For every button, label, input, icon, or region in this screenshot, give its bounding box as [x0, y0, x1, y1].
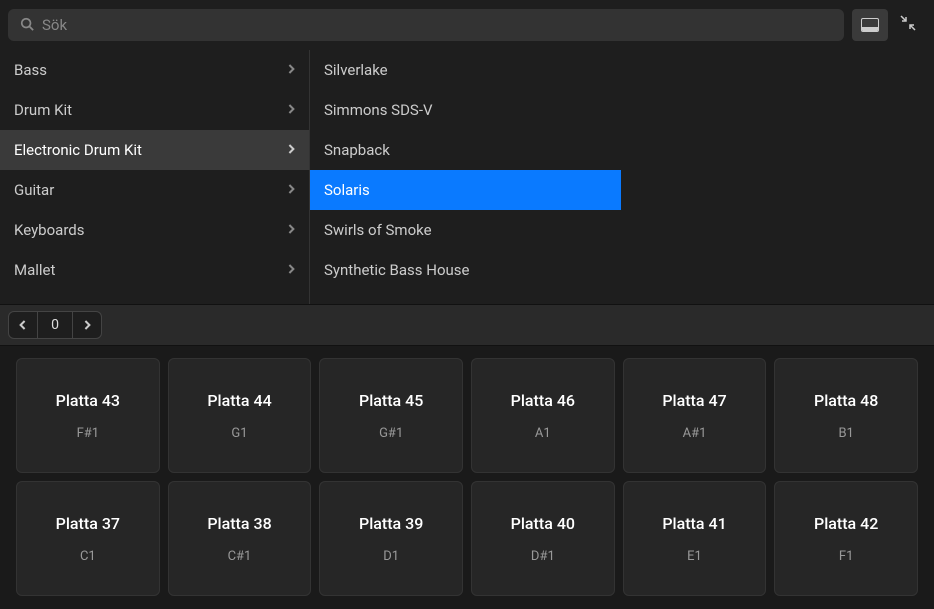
- preset-item[interactable]: Solaris: [310, 170, 621, 210]
- preset-label: Solaris: [324, 181, 370, 199]
- chevron-right-icon: [287, 221, 295, 239]
- panel-toggle-button[interactable]: [852, 9, 888, 41]
- category-item[interactable]: Drum Kit: [0, 90, 309, 130]
- drum-pad[interactable]: Platta 45 G#1: [319, 358, 463, 473]
- drum-pad[interactable]: Platta 42 F1: [774, 481, 918, 596]
- pad-note: G1: [231, 426, 247, 441]
- search-box[interactable]: [8, 9, 844, 41]
- drum-pad[interactable]: Platta 39 D1: [319, 481, 463, 596]
- category-label: Guitar: [14, 181, 54, 199]
- category-item[interactable]: Guitar: [0, 170, 309, 210]
- pad-grid: Platta 43F#1Platta 44G1Platta 45G#1Platt…: [0, 346, 934, 608]
- pad-note: A#1: [683, 426, 707, 441]
- pad-title: Platta 42: [814, 514, 878, 533]
- category-item[interactable]: Mallet: [0, 250, 309, 290]
- category-list[interactable]: Bass Drum Kit Electronic Drum Kit Guitar Key…: [0, 50, 310, 304]
- category-label: Drum Kit: [14, 101, 72, 119]
- preset-item[interactable]: Swirls of Smoke: [310, 210, 621, 250]
- preset-item[interactable]: Simmons SDS-V: [310, 90, 621, 130]
- pad-title: Platta 47: [662, 391, 726, 410]
- pad-title: Platta 37: [56, 514, 120, 533]
- preset-item[interactable]: Synthie: [310, 290, 621, 304]
- category-item[interactable]: Keyboards: [0, 210, 309, 250]
- collapse-icon: [899, 14, 917, 36]
- prev-page-button[interactable]: [9, 312, 37, 338]
- chevron-right-icon: [287, 61, 295, 79]
- pad-note: C1: [80, 549, 96, 564]
- chevron-right-icon: [287, 181, 295, 199]
- pad-note: B1: [838, 426, 853, 441]
- category-item[interactable]: Bass: [0, 50, 309, 90]
- pad-note: G#1: [379, 426, 403, 441]
- drum-pad[interactable]: Platta 38 C#1: [168, 481, 312, 596]
- search-input[interactable]: [42, 16, 832, 34]
- drum-pad[interactable]: Platta 37 C1: [16, 481, 160, 596]
- chevron-right-icon: [287, 101, 295, 119]
- pad-note: A1: [535, 426, 551, 441]
- drum-pad[interactable]: Platta 44 G1: [168, 358, 312, 473]
- pad-title: Platta 41: [662, 514, 726, 533]
- pad-title: Platta 43: [56, 391, 120, 410]
- collapse-button[interactable]: [890, 9, 926, 41]
- browser: Bass Drum Kit Electronic Drum Kit Guitar Key…: [0, 50, 934, 304]
- drum-pad[interactable]: Platta 41 E1: [623, 481, 767, 596]
- pad-note: F#1: [77, 426, 100, 441]
- drum-pad[interactable]: Platta 48 B1: [774, 358, 918, 473]
- page-nav: 0: [8, 311, 102, 339]
- category-label: Mallet: [14, 261, 55, 279]
- preset-label: Simmons SDS-V: [324, 101, 433, 119]
- chevron-right-icon: [287, 261, 295, 279]
- preset-label: Synthetic Bass House: [324, 261, 469, 279]
- panel-icon: [861, 18, 879, 32]
- category-label: Bass: [14, 61, 47, 79]
- category-label: Electronic Drum Kit: [14, 141, 142, 159]
- chevron-right-icon: [83, 316, 91, 335]
- drum-pad[interactable]: Platta 43 F#1: [16, 358, 160, 473]
- page-number: 0: [37, 312, 73, 338]
- top-icons: [852, 9, 926, 41]
- nav-strip: 0: [0, 304, 934, 346]
- next-page-button[interactable]: [73, 312, 101, 338]
- category-label: Keyboards: [14, 221, 84, 239]
- pad-title: Platta 45: [359, 391, 423, 410]
- chevron-left-icon: [19, 316, 27, 335]
- category-item[interactable]: Electronic Drum Kit: [0, 130, 309, 170]
- pad-note: D1: [383, 549, 399, 564]
- pad-note: E1: [687, 549, 702, 564]
- search-icon: [20, 16, 34, 35]
- preset-list[interactable]: Silverlake Simmons SDS-V Snapback Solaris Sw…: [310, 50, 621, 304]
- pad-title: Platta 40: [511, 514, 575, 533]
- preset-item[interactable]: Synthetic Bass House: [310, 250, 621, 290]
- drum-pad[interactable]: Platta 40 D#1: [471, 481, 615, 596]
- preset-label: Swirls of Smoke: [324, 221, 432, 239]
- drum-pad[interactable]: Platta 46 A1: [471, 358, 615, 473]
- pad-title: Platta 38: [207, 514, 271, 533]
- preset-item[interactable]: Snapback: [310, 130, 621, 170]
- pad-title: Platta 39: [359, 514, 423, 533]
- pad-note: F1: [839, 549, 854, 564]
- pad-title: Platta 44: [207, 391, 271, 410]
- preset-item[interactable]: Silverlake: [310, 50, 621, 90]
- preset-label: Snapback: [324, 141, 390, 159]
- drum-pad[interactable]: Platta 47 A#1: [623, 358, 767, 473]
- pad-note: D#1: [531, 549, 555, 564]
- chevron-right-icon: [287, 141, 295, 159]
- pad-note: C#1: [228, 549, 252, 564]
- preset-label: Synthie: [324, 301, 373, 304]
- preset-label: Silverlake: [324, 61, 388, 79]
- pad-title: Platta 46: [511, 391, 575, 410]
- top-bar: [0, 0, 934, 50]
- pad-title: Platta 48: [814, 391, 878, 410]
